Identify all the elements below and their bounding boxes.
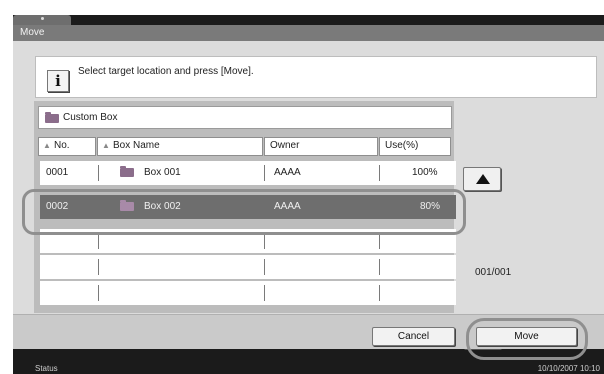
- scroll-up-button[interactable]: [463, 167, 501, 191]
- main-panel: i Select target location and press [Move…: [13, 41, 604, 349]
- row-number: 0002: [46, 201, 69, 212]
- move-button[interactable]: Move: [476, 327, 577, 346]
- row-use: 100%: [412, 167, 438, 178]
- row-use: 80%: [420, 201, 441, 212]
- empty-row: [40, 229, 456, 253]
- box-list: Custom Box ▲ No. ▲ Box Name Owner Use(%)…: [34, 101, 456, 313]
- column-header-use: Use(%): [379, 137, 451, 156]
- status-bar: Status 10/10/2007 10:10: [13, 364, 604, 374]
- sort-icon: ▲: [102, 141, 110, 150]
- empty-row: [40, 281, 456, 305]
- message-box: i Select target location and press [Move…: [35, 56, 597, 98]
- message-text: Select target location and press [Move].: [78, 66, 254, 77]
- page-indicator: 001/001: [475, 267, 512, 278]
- sort-icon: ▲: [43, 141, 51, 150]
- info-icon: i: [47, 70, 69, 92]
- table-row-selected[interactable]: 0002 Box 002 AAAA 80%: [40, 195, 456, 219]
- row-box-name: Box 002: [144, 201, 181, 212]
- row-box-name: Box 001: [144, 167, 181, 178]
- title-bar: Move: [13, 25, 604, 41]
- row-number: 0001: [46, 167, 69, 178]
- row-owner: AAAA: [274, 201, 301, 212]
- arrow-up-icon: [476, 174, 490, 184]
- column-header-no[interactable]: ▲ No.: [38, 137, 96, 156]
- column-header-owner: Owner: [264, 137, 378, 156]
- empty-row: [40, 255, 456, 279]
- window-title: Move: [20, 27, 45, 38]
- row-owner: AAAA: [274, 167, 301, 178]
- path-label: Custom Box: [63, 112, 118, 123]
- folder-icon: [120, 166, 134, 177]
- path-bar: Custom Box: [38, 106, 452, 129]
- cancel-button[interactable]: Cancel: [372, 327, 455, 346]
- status-button[interactable]: Status: [35, 364, 58, 373]
- table-row[interactable]: 0001 Box 001 AAAA 100%: [40, 161, 456, 185]
- folder-icon: [120, 200, 134, 211]
- folder-icon: [45, 112, 59, 123]
- datetime-label: 10/10/2007 10:10: [537, 364, 600, 373]
- column-header-box-name[interactable]: ▲ Box Name: [97, 137, 263, 156]
